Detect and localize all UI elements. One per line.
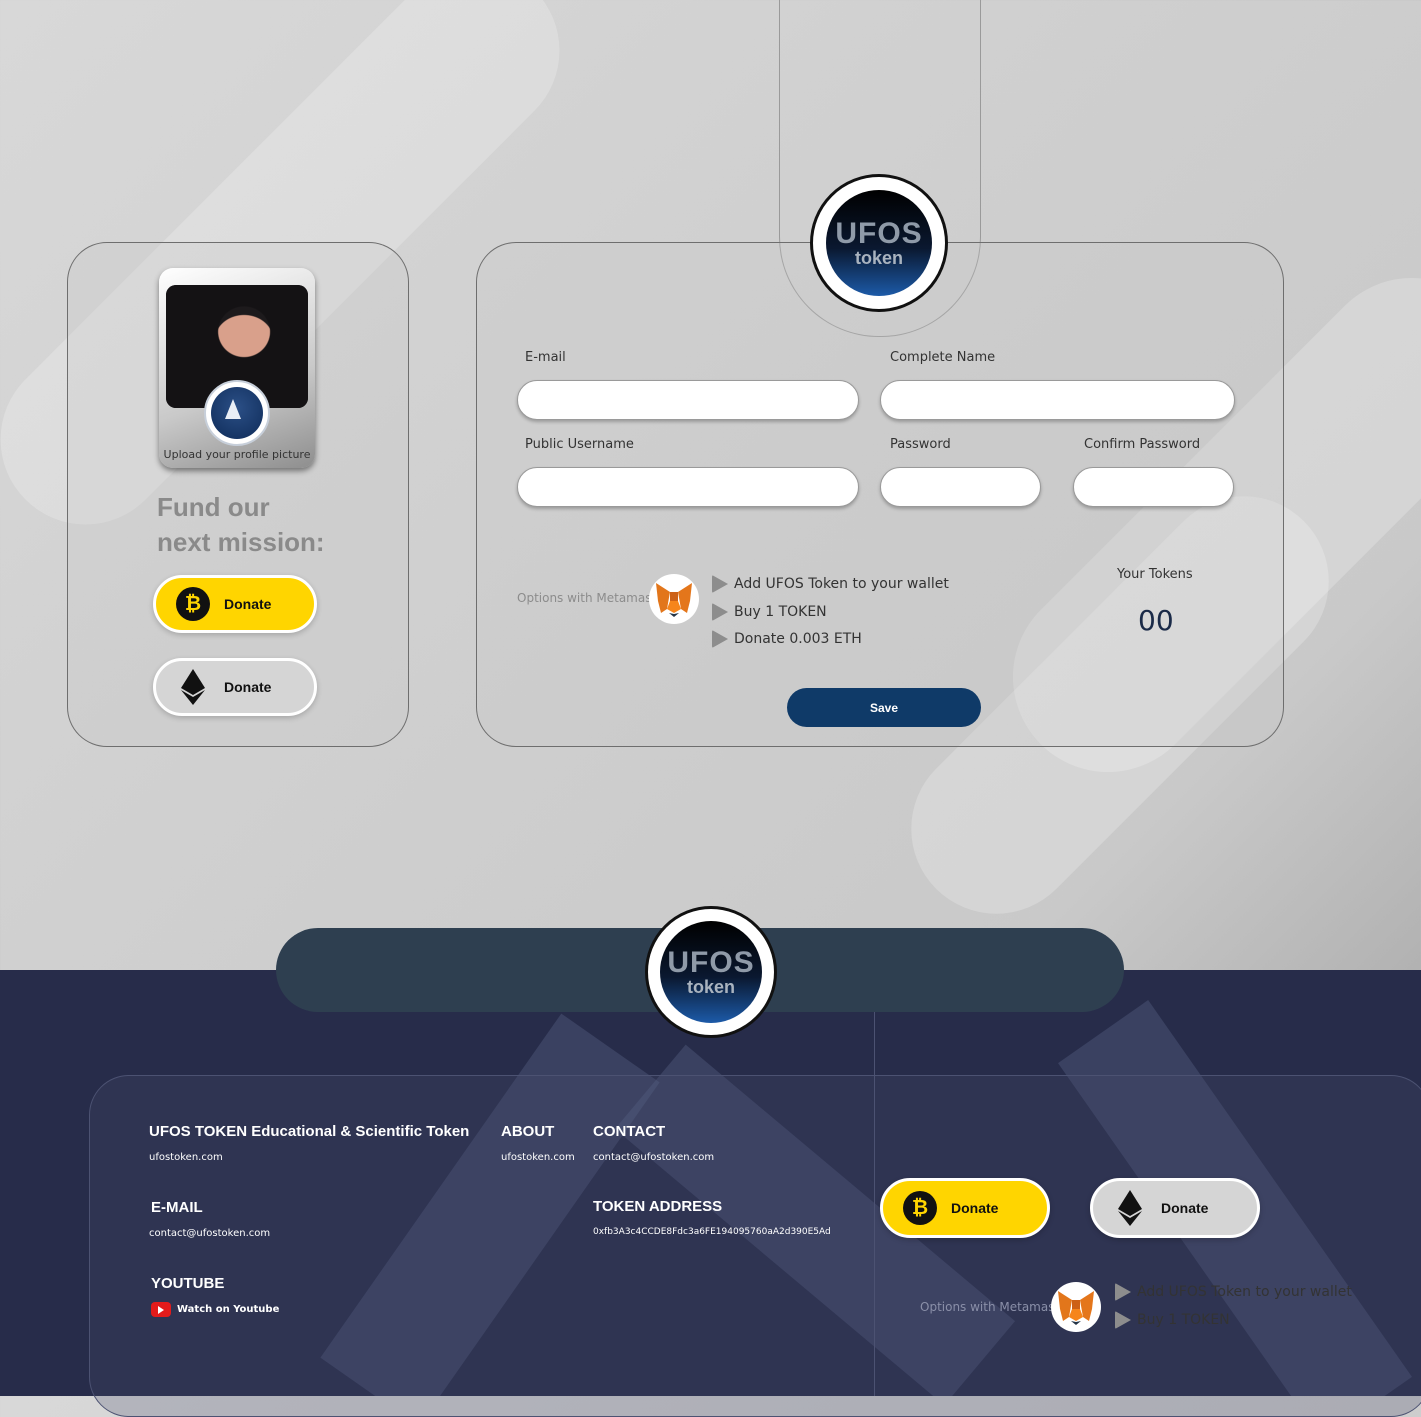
footer-brand-link[interactable]: ufostoken.com: [149, 1152, 223, 1163]
play-icon: [712, 603, 728, 621]
metamask-options-label: Options with Metamask: [517, 591, 659, 605]
footer-metamask-options-label: Options with Metamask: [920, 1300, 1062, 1314]
name-label: Complete Name: [890, 350, 996, 365]
footer-metamask-add-token[interactable]: Add UFOS Token to your wallet: [1115, 1283, 1352, 1301]
password-field[interactable]: [880, 467, 1041, 507]
avatar-upload[interactable]: Upload your profile picture: [159, 268, 315, 468]
email-label: E-mail: [525, 350, 566, 365]
play-icon: [712, 575, 728, 593]
email-field[interactable]: [517, 380, 859, 420]
username-label: Public Username: [525, 437, 634, 452]
footer-donate-btc-label: Donate: [951, 1200, 999, 1216]
confirm-password-field[interactable]: [1073, 467, 1234, 507]
metamask-buy-token[interactable]: Buy 1 TOKEN: [712, 603, 827, 621]
logo-line1: UFOS: [835, 217, 923, 250]
footer-contact-link[interactable]: contact@ufostoken.com: [593, 1152, 714, 1163]
confirm-password-label: Confirm Password: [1084, 437, 1201, 452]
bitcoin-icon: ₿: [903, 1191, 937, 1225]
your-tokens-label: Your Tokens: [1117, 567, 1193, 582]
footer-brand-title: UFOS TOKEN Educational & Scientific Toke…: [149, 1123, 470, 1140]
metamask-buy-token-label: Buy 1 TOKEN: [734, 604, 827, 620]
footer-divider: [874, 1012, 875, 1396]
footer-contact-title: CONTACT: [593, 1123, 666, 1140]
token-count: 00: [1138, 604, 1174, 637]
youtube-icon: [151, 1302, 171, 1317]
footer-youtube-link[interactable]: Watch on Youtube: [151, 1302, 279, 1317]
metamask-add-token[interactable]: Add UFOS Token to your wallet: [712, 575, 949, 593]
footer-token-address: 0xfb3A3c4CCDE8Fdc3a6FE194095760aA2d390E5…: [593, 1227, 831, 1237]
metamask-donate-eth[interactable]: Donate 0.003 ETH: [712, 630, 862, 648]
bitcoin-icon: ₿: [176, 587, 210, 621]
metamask-donate-eth-label: Donate 0.003 ETH: [734, 631, 862, 647]
fund-heading-line1: Fund our: [157, 492, 270, 522]
ethereum-icon: [1118, 1190, 1142, 1226]
footer-donate-btc-button[interactable]: ₿ Donate: [880, 1178, 1050, 1238]
footer-metamask-buy-token[interactable]: Buy 1 TOKEN: [1115, 1311, 1230, 1329]
fund-heading: Fund our next mission:: [157, 490, 325, 560]
play-icon: [712, 630, 728, 648]
footer-about-title: ABOUT: [501, 1123, 555, 1140]
metamask-add-token-label: Add UFOS Token to your wallet: [734, 576, 949, 592]
footer-youtube-title: YOUTUBE: [151, 1275, 225, 1292]
donate-btc-button[interactable]: ₿ Donate: [153, 575, 317, 633]
name-field[interactable]: [880, 380, 1235, 420]
play-icon: [1115, 1311, 1131, 1329]
upload-label: Upload your profile picture: [163, 448, 311, 461]
donate-eth-button[interactable]: Donate: [153, 658, 317, 716]
save-button[interactable]: Save: [787, 688, 981, 727]
footer-metamask-buy-token-label: Buy 1 TOKEN: [1137, 1312, 1230, 1328]
footer-token-title: TOKEN ADDRESS: [593, 1198, 723, 1215]
username-field[interactable]: [517, 467, 859, 507]
footer-metamask-fox-icon: [1051, 1282, 1101, 1332]
donate-btc-label: Donate: [224, 596, 272, 612]
password-label: Password: [890, 437, 951, 452]
ufos-logo: UFOS token: [810, 174, 948, 312]
footer-about-link[interactable]: ufostoken.com: [501, 1152, 575, 1163]
mission-badge-icon: [204, 380, 270, 446]
footer-metamask-add-token-label: Add UFOS Token to your wallet: [1137, 1284, 1352, 1300]
footer-logo-line1: UFOS: [667, 946, 755, 979]
footer-youtube-label: Watch on Youtube: [177, 1304, 280, 1315]
fund-heading-line2: next mission:: [157, 527, 325, 557]
footer-donate-eth-label: Donate: [1161, 1200, 1209, 1216]
ethereum-icon: [181, 669, 205, 705]
footer-email-title: E-MAIL: [151, 1199, 203, 1216]
logo-line2: token: [854, 248, 903, 268]
metamask-fox-icon: [649, 574, 699, 624]
footer-donate-eth-button[interactable]: Donate: [1090, 1178, 1260, 1238]
footer-email-link[interactable]: contact@ufostoken.com: [149, 1228, 270, 1239]
donate-eth-label: Donate: [224, 679, 272, 695]
footer-ufos-logo: UFOS token: [645, 906, 777, 1038]
play-icon: [1115, 1283, 1131, 1301]
footer-logo-line2: token: [686, 977, 735, 997]
